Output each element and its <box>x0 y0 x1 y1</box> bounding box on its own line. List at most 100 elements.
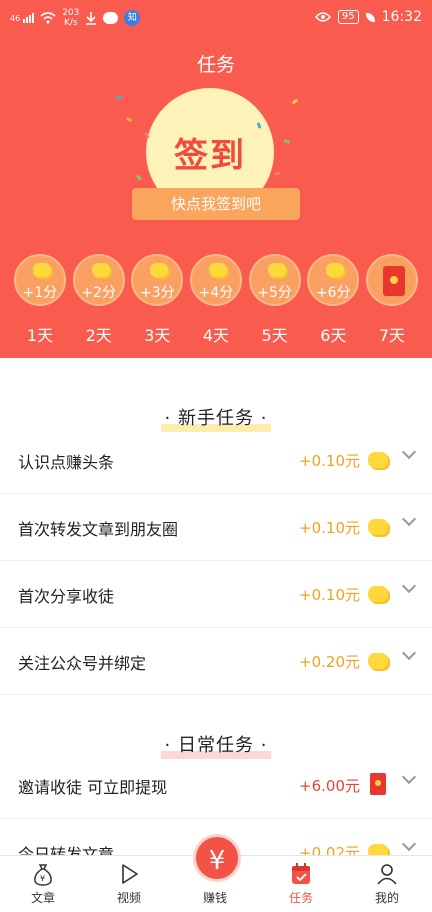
tab-label: 任务 <box>288 891 313 905</box>
app-badge: 知 <box>124 10 141 26</box>
tab-label: 文章 <box>30 891 55 905</box>
task-row[interactable]: 首次分享收徒 +0.10元 <box>0 561 432 628</box>
signin-stamp[interactable]: 签到 <box>96 128 324 177</box>
task-reward: +0.10元 <box>299 452 360 470</box>
task-reward: +0.20元 <box>299 653 360 671</box>
signal-icon: 46 <box>10 13 35 23</box>
tab-label: 我的 <box>374 891 399 905</box>
chevron-down-icon[interactable] <box>401 578 417 594</box>
red-envelope-icon <box>370 773 386 795</box>
yuan-coin-icon[interactable]: ¥ <box>193 834 241 882</box>
task-reward: +0.10元 <box>299 586 360 604</box>
section-title: 新手任务 <box>178 408 254 429</box>
task-name: 认识点赚头条 <box>18 453 115 472</box>
task-page: { "status_bar": {"signal": "46", "net_sp… <box>0 0 432 912</box>
chevron-down-icon[interactable] <box>401 836 417 852</box>
svg-text:¥: ¥ <box>40 874 45 883</box>
task-reward: +0.10元 <box>299 519 360 537</box>
day-label: 4天 <box>202 326 230 345</box>
chevron-down-icon[interactable] <box>401 645 417 661</box>
signin-days: +1分 1天 +2分 2天 +3分 3天 +4分 4天 +5分 5天 +6分 6… <box>14 254 418 346</box>
page-title: 任务 <box>196 54 235 76</box>
day-label: 2天 <box>85 326 112 345</box>
day-points: +6分 <box>315 285 351 301</box>
day-item: +3分 3天 <box>131 254 184 346</box>
day-label: 7天 <box>378 326 406 345</box>
clock: 16:32 <box>381 9 422 25</box>
task-reward: +6.00元 <box>299 777 360 795</box>
battery-level: 95 <box>337 10 359 24</box>
task-row[interactable]: 邀请收徒 可立即提现 +6.00元 <box>0 752 432 819</box>
chevron-down-icon[interactable] <box>401 444 417 460</box>
day-points: +1分 <box>22 285 58 301</box>
gold-coin-icon <box>91 263 110 277</box>
calendar-icon <box>292 863 310 884</box>
download-icon <box>86 12 97 25</box>
task-name: 关注公众号并绑定 <box>18 654 147 673</box>
tab-label: 赚钱 <box>202 891 227 905</box>
play-icon <box>122 864 138 884</box>
day-label: 1天 <box>26 326 54 345</box>
day-reward: +3分 <box>131 254 184 306</box>
day-label: 6天 <box>320 326 347 345</box>
day-reward: +2分 <box>72 254 125 306</box>
gold-coin-icon <box>368 452 388 468</box>
gold-coin-icon <box>368 519 388 535</box>
day-points: +3分 <box>139 285 175 301</box>
leaf-icon <box>365 12 375 22</box>
day-points: +4分 <box>198 285 234 301</box>
task-row[interactable]: 认识点赚头条 +0.10元 <box>0 427 432 494</box>
tab-articles[interactable]: ¥ 文章 <box>0 856 86 912</box>
task-name: 首次转发文章到朋友圈 <box>18 520 179 539</box>
day-item: +2分 2天 <box>72 254 125 346</box>
signin-area: 签到 快点我签到吧 <box>96 88 336 228</box>
gold-coin-icon <box>208 263 227 277</box>
signin-header: 46 203 K/s 知 95 16:32 任务 签到 快点我签到吧 +1分 1… <box>0 0 432 358</box>
day-reward: +5分 <box>248 254 301 306</box>
tab-tasks[interactable]: 任务 <box>258 856 344 912</box>
gold-coin-icon <box>368 586 388 602</box>
net-speed-unit: K/s <box>63 18 78 28</box>
wifi-icon <box>40 12 56 24</box>
signin-button[interactable]: 快点我签到吧 <box>122 188 310 220</box>
tab-video[interactable]: 视频 <box>86 856 172 912</box>
gold-coin-icon <box>150 263 169 277</box>
gold-coin-icon <box>33 263 51 277</box>
eye-icon <box>314 12 331 22</box>
day-label: 3天 <box>144 326 171 345</box>
task-row[interactable]: 关注公众号并绑定 +0.20元 <box>0 628 432 695</box>
tab-label: 视频 <box>116 891 141 905</box>
task-row[interactable]: 首次转发文章到朋友圈 +0.10元 <box>0 494 432 561</box>
day-item: +6分 6天 <box>307 254 360 346</box>
task-name: 首次分享收徒 <box>18 587 115 606</box>
day-reward: +4分 <box>189 254 242 306</box>
chevron-down-icon[interactable] <box>401 511 417 527</box>
day-points: +2分 <box>81 285 116 301</box>
message-icon <box>103 12 119 24</box>
task-name: 邀请收徒 可立即提现 <box>18 778 168 797</box>
day-reward: +1分 <box>14 254 66 306</box>
status-bar: 46 203 K/s 知 95 16:32 <box>0 0 432 36</box>
signal-label: 46 <box>10 14 21 23</box>
day-item: +4分 4天 <box>189 254 242 346</box>
confetti-icon <box>115 95 123 100</box>
tab-me[interactable]: 我的 <box>344 856 430 912</box>
gold-coin-icon <box>267 263 286 277</box>
day-item: 7天 <box>365 254 418 346</box>
day-reward: +6分 <box>307 254 360 306</box>
money-bag-icon: ¥ <box>34 864 52 886</box>
net-speed-value: 203 <box>62 8 80 18</box>
day-label: 5天 <box>261 326 288 345</box>
user-icon <box>377 864 397 885</box>
day-reward <box>365 254 418 306</box>
gold-coin-icon <box>326 263 345 277</box>
day-points: +5分 <box>257 285 292 301</box>
confetti-icon <box>125 116 133 123</box>
day-item: +5分 5天 <box>248 254 301 346</box>
day-item: +1分 1天 <box>14 254 66 346</box>
chevron-down-icon[interactable] <box>401 769 417 785</box>
confetti-icon <box>291 98 299 105</box>
gold-coin-icon <box>368 653 388 669</box>
net-speed: 203 K/s <box>62 8 79 28</box>
red-envelope-icon <box>382 266 405 296</box>
